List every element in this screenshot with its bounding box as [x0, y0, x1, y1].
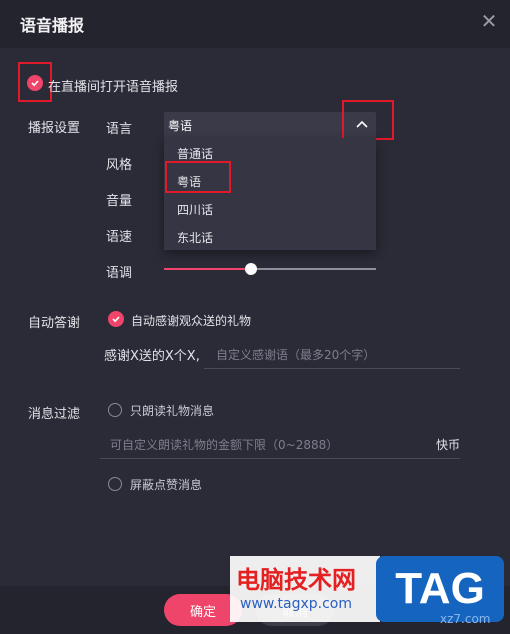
- thanks-input-underline: [204, 368, 460, 369]
- auto-thanks-checkbox[interactable]: [108, 311, 124, 327]
- dropdown-option[interactable]: 东北话: [177, 229, 213, 246]
- gifts-only-label: 只朗读礼物消息: [130, 404, 215, 418]
- check-icon: [112, 316, 120, 323]
- watermark-partial: xz7.com: [440, 612, 491, 626]
- mute-likes-label: 屏蔽点赞消息: [130, 478, 203, 492]
- settings-section-label: 播报设置: [28, 121, 81, 136]
- language-select-value: 粤语: [168, 119, 193, 133]
- filter-section-label: 消息过滤: [28, 407, 81, 422]
- pitch-slider-knob[interactable]: [245, 263, 257, 275]
- thanks-template-label: 感谢X送的X个X,: [104, 349, 200, 364]
- language-label: 语言: [106, 122, 133, 137]
- enable-label: 在直播间打开语音播报: [48, 80, 179, 95]
- chevron-up-icon[interactable]: [355, 114, 369, 128]
- watermark-site-name: 电脑技术网: [236, 565, 356, 594]
- dropdown-option[interactable]: 四川话: [177, 201, 213, 218]
- style-label: 风格: [106, 158, 133, 173]
- mute-likes-radio[interactable]: [108, 477, 122, 491]
- thanks-input[interactable]: 自定义感谢语（最多20个字）: [216, 346, 375, 363]
- highlight-box-option: [165, 161, 231, 193]
- check-icon: [31, 80, 39, 87]
- speed-label: 语速: [106, 230, 133, 245]
- enable-checkbox[interactable]: [27, 75, 43, 91]
- pitch-label: 语调: [106, 266, 133, 281]
- amount-input-underline: [100, 458, 460, 459]
- dialog-title: 语音播报: [20, 16, 85, 35]
- auto-thanks-label: 自动感谢观众送的礼物: [131, 314, 252, 328]
- pitch-slider-fill: [164, 268, 251, 270]
- dropdown-option[interactable]: 普通话: [177, 145, 213, 162]
- close-icon[interactable]: ✕: [478, 10, 500, 32]
- currency-label: 快币: [436, 438, 461, 452]
- watermark-url: www.tagxp.com: [240, 596, 352, 612]
- thanks-section-label: 自动答谢: [28, 316, 81, 331]
- gifts-only-radio[interactable]: [108, 403, 122, 417]
- volume-label: 音量: [106, 194, 133, 209]
- amount-input[interactable]: 可自定义朗读礼物的金额下限（0~2888）: [110, 436, 338, 453]
